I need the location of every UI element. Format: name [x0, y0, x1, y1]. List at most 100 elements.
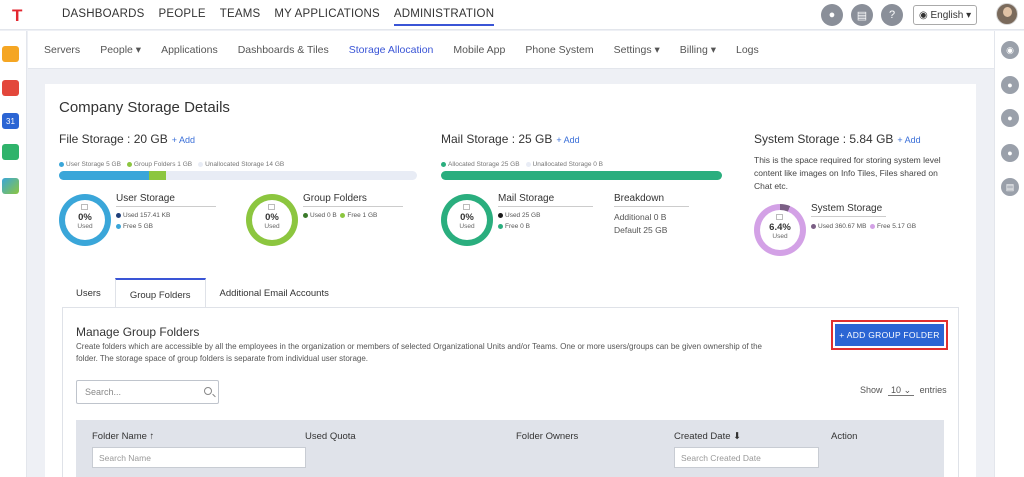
user-storage-free: Free 5 GB	[123, 223, 153, 230]
group-icon[interactable]: ●	[1001, 144, 1019, 162]
filter-created-date-input[interactable]: Search Created Date	[674, 447, 819, 468]
filter-date-placeholder: Search Created Date	[681, 453, 761, 463]
subnav-people[interactable]: People ▾	[100, 44, 141, 56]
system-storage-heading: System Storage : 5.84 GB	[754, 132, 894, 146]
mail-storage-free: Free 0 B	[505, 223, 530, 230]
user-storage-title: User Storage	[116, 193, 216, 207]
add-group-folder-button[interactable]: + ADD GROUP FOLDER	[831, 320, 948, 350]
group-folders-title: Group Folders	[303, 193, 403, 207]
subnav-mobile-app[interactable]: Mobile App	[453, 44, 505, 56]
subnav-logs[interactable]: Logs	[736, 44, 759, 56]
file-storage-bar-user	[59, 171, 149, 180]
system-storage-add-link[interactable]: + Add	[897, 135, 920, 145]
entries-select[interactable]: 10 ⌄	[888, 385, 915, 396]
system-storage-description: This is the space required for storing s…	[754, 155, 941, 191]
mail-storage-pct: 0%	[460, 212, 474, 223]
system-storage-title: System Storage : 5.84 GB + Add	[754, 132, 921, 146]
system-storage-used: Used 360.67 MB	[818, 223, 867, 230]
notes-icon[interactable]: ▤	[851, 4, 873, 26]
tab-group-folders[interactable]: Group Folders	[114, 278, 206, 308]
help-icon[interactable]: ?	[881, 4, 903, 26]
subnav-settings[interactable]: Settings ▾	[614, 44, 660, 56]
legend-allocated: Allocated Storage 25 GB	[448, 161, 520, 168]
column-folder-owners[interactable]: Folder Owners	[516, 431, 578, 442]
nav-teams[interactable]: TEAMS	[220, 8, 261, 26]
file-storage-title: File Storage : 20 GB + Add	[59, 132, 195, 146]
user-storage-used-label: Used	[77, 223, 93, 230]
file-storage-bar	[59, 171, 417, 180]
mail-storage-ring: 0% Used	[441, 194, 493, 246]
legend-dot	[198, 162, 204, 167]
tab-users[interactable]: Users	[62, 278, 115, 308]
app-logo[interactable]: T	[12, 6, 22, 26]
caret-down-icon: ⌄	[903, 385, 912, 395]
filter-name-input[interactable]: Search Name	[92, 447, 306, 468]
top-nav: DASHBOARDS PEOPLE TEAMS MY APPLICATIONS …	[62, 8, 508, 26]
breakdown-values: Additional 0 B Default 25 GB	[614, 212, 667, 235]
tasks-icon[interactable]	[2, 144, 19, 160]
subnav-phone-system[interactable]: Phone System	[525, 44, 593, 56]
caret-down-icon: ▾	[963, 9, 972, 21]
group-folders-ring: 0% Used	[246, 194, 298, 246]
mail-storage-legend: Allocated Storage 25 GB Unallocated Stor…	[441, 161, 609, 168]
breakdown-title: Breakdown	[614, 193, 689, 207]
tab-additional-email-accounts[interactable]: Additional Email Accounts	[206, 278, 343, 308]
column-folder-name[interactable]: Folder Name ↑	[92, 431, 154, 442]
contacts-icon[interactable]: ●	[1001, 109, 1019, 127]
legend-unallocated: Unallocated Storage 14 GB	[205, 161, 285, 168]
search-placeholder: Search...	[85, 387, 122, 397]
legend-mail-unallocated: Unallocated Storage 0 B	[532, 161, 604, 168]
group-folders-free: Free 1 GB	[347, 212, 378, 219]
mail-storage-add-link[interactable]: + Add	[556, 135, 579, 145]
subnav-servers[interactable]: Servers	[44, 44, 80, 56]
mail-icon[interactable]	[2, 80, 19, 96]
database-icon	[268, 204, 275, 210]
gallery-icon[interactable]	[2, 178, 19, 194]
calendar-small-icon[interactable]: ▤	[1001, 178, 1019, 196]
column-created-date[interactable]: Created Date ⬇	[674, 431, 741, 442]
admin-subnav: Servers People ▾ Applications Dashboards…	[28, 31, 994, 69]
right-rail: ◉ ● ● ● ▤	[994, 31, 1024, 477]
subnav-storage-allocation[interactable]: Storage Allocation	[349, 44, 434, 56]
top-navbar: T DASHBOARDS PEOPLE TEAMS MY APPLICATION…	[0, 0, 1024, 30]
manage-group-folders-title: Manage Group Folders	[76, 325, 200, 339]
add-group-folder-label: + ADD GROUP FOLDER	[835, 324, 944, 346]
system-storage-free: Free 5.17 GB	[877, 223, 917, 230]
folder-icon[interactable]	[2, 46, 19, 62]
user-storage-used: Used 157.41 KB	[123, 212, 171, 219]
user-avatar[interactable]	[996, 3, 1018, 25]
mail-storage-chip-title: Mail Storage	[498, 193, 593, 207]
legend-dot	[126, 162, 132, 167]
nav-administration[interactable]: ADMINISTRATION	[393, 8, 495, 26]
column-action: Action	[831, 431, 858, 442]
calendar-icon[interactable]: 31	[2, 113, 19, 129]
bell-icon[interactable]: ●	[821, 4, 843, 26]
legend-group-folders: Group Folders 1 GB	[133, 161, 193, 168]
legend-user-storage: User Storage 5 GB	[66, 161, 121, 168]
file-storage-add-link[interactable]: + Add	[172, 135, 195, 145]
globe-icon: ◉	[919, 9, 931, 21]
mail-storage-heading: Mail Storage : 25 GB	[441, 132, 553, 146]
column-used-quota[interactable]: Used Quota	[305, 431, 356, 442]
language-label: English	[930, 9, 964, 21]
nav-my-applications[interactable]: MY APPLICATIONS	[274, 8, 379, 26]
person-icon[interactable]: ●	[1001, 76, 1019, 94]
storage-card: Company Storage Details File Storage : 2…	[45, 84, 976, 477]
subnav-dashboards-tiles[interactable]: Dashboards & Tiles	[238, 44, 329, 56]
left-app-rail: 31	[0, 31, 27, 477]
system-storage-chip-legend: Used 360.67 MB Free 5.17 GB	[811, 223, 916, 234]
database-icon	[776, 214, 783, 220]
entries-selector: Show 10 ⌄ entries	[860, 385, 947, 396]
nav-people[interactable]: PEOPLE	[159, 8, 206, 26]
manage-group-folders-description: Create folders which are accessible by a…	[76, 342, 762, 363]
subnav-billing[interactable]: Billing ▾	[680, 44, 716, 56]
page-title: Company Storage Details	[59, 99, 230, 116]
database-icon	[463, 204, 470, 210]
subnav-applications[interactable]: Applications	[161, 44, 218, 56]
search-input[interactable]: Search...	[76, 380, 219, 404]
language-select[interactable]: ◉ English ▾	[913, 5, 978, 25]
group-folders-used: Used 0 B	[310, 212, 337, 219]
nav-dashboards[interactable]: DASHBOARDS	[62, 8, 145, 26]
chat-icon[interactable]: ◉	[1001, 41, 1019, 59]
user-storage-ring: 0% Used	[59, 194, 111, 246]
